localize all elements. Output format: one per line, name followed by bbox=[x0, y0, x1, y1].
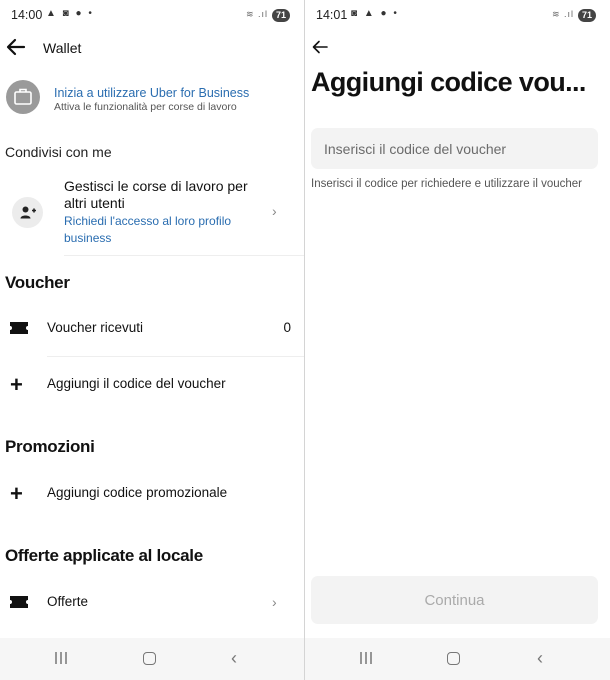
add-person-icon bbox=[12, 197, 43, 228]
divider bbox=[47, 356, 304, 357]
system-nav-bar: ‹ bbox=[0, 638, 304, 680]
plus-icon: + bbox=[10, 481, 23, 506]
received-vouchers-label: Voucher ricevuti bbox=[47, 320, 144, 335]
voucher-code-input[interactable] bbox=[311, 128, 598, 169]
back-icon[interactable]: ‹ bbox=[231, 648, 237, 669]
plus-icon: + bbox=[10, 372, 23, 397]
manage-rides-title: Gestisci le corse di lavoro per altri ut… bbox=[64, 178, 248, 211]
signal-icon: ≋ .ıl bbox=[551, 9, 574, 19]
home-icon[interactable] bbox=[447, 652, 460, 665]
battery-icon: 71 bbox=[271, 9, 290, 22]
shared-heading: Condivisi con me bbox=[5, 144, 112, 160]
status-bar: 14:00 ▲ ◙ ● • ≋ .ıl 71 bbox=[0, 0, 304, 30]
divider bbox=[64, 255, 304, 256]
add-voucher-screen: 14:01 ◙ ▲ ● • ≋ .ıl 71 Aggiungi codice v… bbox=[305, 0, 610, 680]
signal-icon: ≋ .ıl bbox=[245, 9, 268, 19]
continue-button[interactable]: Continua bbox=[311, 576, 598, 624]
page-title: Aggiungi codice vou... bbox=[311, 67, 586, 97]
system-nav-bar: ‹ bbox=[305, 638, 610, 680]
notification-icons: ▲ ◙ ● • bbox=[46, 8, 94, 19]
notification-icons: ◙ ▲ ● • bbox=[351, 8, 399, 19]
chevron-right-icon: › bbox=[272, 203, 277, 219]
chevron-right-icon: › bbox=[272, 594, 277, 610]
briefcase-icon bbox=[6, 80, 40, 114]
voucher-heading: Voucher bbox=[5, 273, 70, 292]
business-subtitle: Attiva le funzionalità per corse di lavo… bbox=[54, 101, 237, 113]
back-icon[interactable]: ‹ bbox=[537, 648, 543, 669]
battery-icon: 71 bbox=[577, 9, 596, 22]
wallet-screen: 14:00 ▲ ◙ ● • ≋ .ıl 71 Wallet Inizia a u… bbox=[0, 0, 304, 680]
local-offers-heading: Offerte applicate al locale bbox=[5, 546, 203, 565]
recent-apps-icon[interactable] bbox=[54, 651, 68, 665]
request-access-link[interactable]: Richiedi l'accesso al loro profilo busin… bbox=[64, 213, 234, 247]
recent-apps-icon[interactable] bbox=[359, 651, 373, 665]
status-bar: 14:01 ◙ ▲ ● • ≋ .ıl 71 bbox=[305, 0, 610, 30]
status-time: 14:01 bbox=[316, 8, 348, 22]
helper-text: Inserisci il codice per richiedere e uti… bbox=[311, 178, 583, 190]
received-vouchers-count: 0 bbox=[283, 320, 291, 335]
status-time: 14:00 bbox=[11, 8, 43, 22]
business-title[interactable]: Inizia a utilizzare Uber for Business bbox=[54, 86, 249, 100]
arrow-left-icon[interactable] bbox=[312, 40, 328, 54]
offers-label: Offerte bbox=[47, 594, 89, 609]
add-voucher-label: Aggiungi il codice del voucher bbox=[47, 376, 226, 391]
page-title: Wallet bbox=[43, 40, 82, 56]
ticket-icon bbox=[10, 322, 28, 334]
promotions-heading: Promozioni bbox=[5, 437, 95, 456]
add-promo-label: Aggiungi codice promozionale bbox=[47, 485, 228, 500]
home-icon[interactable] bbox=[143, 652, 156, 665]
arrow-left-icon[interactable] bbox=[6, 38, 26, 56]
ticket-icon bbox=[10, 596, 28, 608]
